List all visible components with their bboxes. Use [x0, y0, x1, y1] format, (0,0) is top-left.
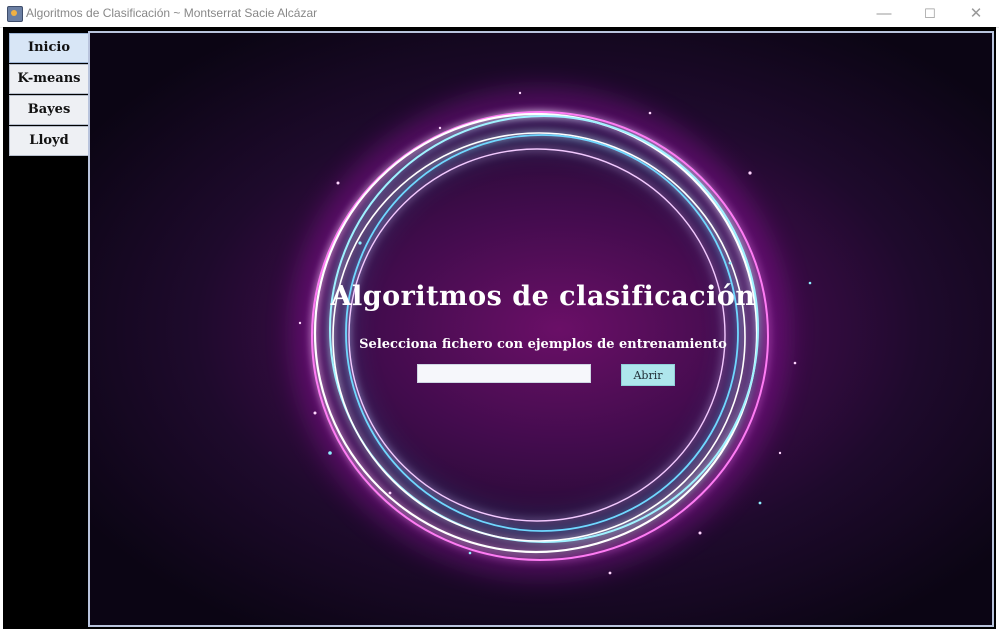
- window-title: Algoritmos de Clasificación ~ Montserrat…: [26, 6, 318, 20]
- title-bar: Algoritmos de Clasificación ~ Montserrat…: [0, 0, 999, 28]
- tab-inicio[interactable]: Inicio: [9, 33, 88, 63]
- tab-strip: Inicio K-means Bayes Lloyd: [9, 33, 88, 157]
- minimize-button[interactable]: —: [861, 0, 907, 27]
- main-title: Algoritmos de clasificación: [330, 281, 756, 312]
- subtitle: Selecciona fichero con ejemplos de entre…: [359, 337, 727, 352]
- java-app-icon: [7, 6, 23, 22]
- close-button[interactable]: ✕: [953, 0, 999, 27]
- tab-lloyd[interactable]: Lloyd: [9, 126, 88, 156]
- file-path-input[interactable]: [417, 364, 591, 383]
- neon-rings-background: [294, 91, 812, 575]
- tab-k-means[interactable]: K-means: [9, 64, 88, 94]
- maximize-button[interactable]: ☐: [907, 0, 953, 27]
- open-button[interactable]: Abrir: [621, 364, 675, 386]
- inicio-panel: Algoritmos de clasificación Selecciona f…: [88, 31, 994, 627]
- window-content: Inicio K-means Bayes Lloyd Algoritmos de…: [3, 27, 996, 629]
- tab-bayes[interactable]: Bayes: [9, 95, 88, 125]
